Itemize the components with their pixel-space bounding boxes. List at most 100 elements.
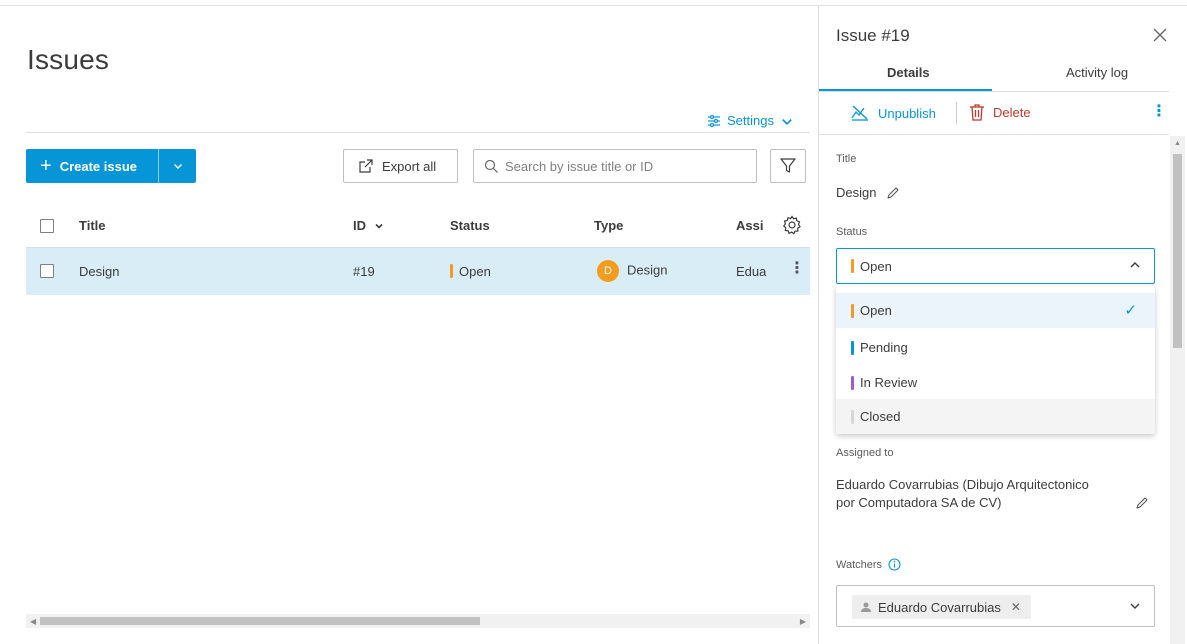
- pencil-icon[interactable]: [886, 186, 900, 200]
- status-color-bar: [851, 303, 854, 318]
- actions-divider-line: [819, 134, 1169, 135]
- create-issue-label: Create issue: [59, 158, 138, 174]
- watcher-chip: Eduardo Covarrubias ✕: [852, 595, 1031, 619]
- column-header-id-label: ID: [353, 218, 366, 233]
- export-all-button[interactable]: Export all: [343, 149, 458, 183]
- scroll-right-icon[interactable]: ▶: [800, 617, 806, 626]
- column-header-status[interactable]: Status: [450, 218, 490, 233]
- status-option-closed[interactable]: Closed: [836, 399, 1155, 434]
- watchers-field-label: Watchers: [836, 558, 901, 571]
- unpublish-button[interactable]: Unpublish: [850, 104, 936, 122]
- panel-scrollbar-thumb[interactable]: [1173, 154, 1182, 348]
- row-type: D Design: [597, 260, 667, 282]
- column-header-type[interactable]: Type: [594, 218, 623, 233]
- settings-button[interactable]: Settings: [707, 113, 794, 128]
- search-icon: [484, 159, 498, 173]
- sort-down-icon: [375, 223, 383, 229]
- row-status: Open: [450, 264, 491, 279]
- row-id: #19: [353, 264, 375, 279]
- actions-divider: [956, 102, 957, 124]
- table-row[interactable]: Design #19 Open D Design Edua ⋮: [26, 247, 810, 295]
- remove-watcher-icon[interactable]: ✕: [1011, 600, 1021, 614]
- filter-icon: [780, 158, 796, 173]
- select-all-checkbox[interactable]: [40, 219, 54, 233]
- row-assignee: Edua: [736, 264, 767, 279]
- scroll-left-icon[interactable]: ◀: [30, 617, 36, 626]
- checkmark-icon: ✓: [1124, 302, 1137, 319]
- trash-icon: [970, 104, 984, 121]
- row-status-label: Open: [459, 264, 491, 279]
- toolbar-divider: [26, 132, 810, 133]
- horizontal-scrollbar[interactable]: ◀ ▶: [26, 614, 810, 628]
- panel-tabs: Details Activity log: [819, 58, 1169, 92]
- status-color-bar: [851, 340, 854, 355]
- tab-activity-log[interactable]: Activity log: [1066, 65, 1128, 80]
- search-input[interactable]: [505, 158, 745, 174]
- status-option-label: Open: [860, 303, 892, 318]
- info-icon[interactable]: [888, 558, 901, 571]
- create-issue-split-button: + Create issue: [26, 149, 196, 183]
- create-issue-button[interactable]: + Create issue: [26, 149, 159, 183]
- column-header-title[interactable]: Title: [79, 218, 106, 233]
- scroll-up-icon[interactable]: ▲: [1174, 140, 1181, 147]
- panel-vertical-scrollbar[interactable]: ▲: [1170, 136, 1185, 644]
- row-type-label: Design: [627, 262, 668, 278]
- export-all-label: Export all: [382, 158, 437, 174]
- watcher-chip-label: Eduardo Covarrubias: [878, 599, 1001, 615]
- table-header: Title ID Status Type Assi: [26, 206, 810, 246]
- title-field: Design: [836, 185, 900, 200]
- scrollbar-thumb[interactable]: [40, 617, 480, 625]
- unpublish-label: Unpublish: [878, 105, 936, 121]
- pencil-icon[interactable]: [1135, 496, 1149, 510]
- status-dropdown-menu: Open ✓ Pending In Review Closed: [836, 286, 1155, 434]
- more-options-icon[interactable]: ⋮: [1151, 104, 1167, 120]
- watchers-select[interactable]: Eduardo Covarrubias ✕: [836, 585, 1155, 627]
- filter-button[interactable]: [770, 149, 806, 183]
- tabs-divider: [819, 91, 1169, 92]
- chevron-up-icon: [1130, 262, 1140, 268]
- panel-actions: Unpublish Delete ⋮: [819, 94, 1169, 135]
- sliders-icon: [708, 114, 720, 127]
- title-field-value: Design: [836, 185, 877, 200]
- gear-icon[interactable]: [782, 215, 802, 235]
- title-field-label: Title: [836, 153, 857, 165]
- status-option-open[interactable]: Open ✓: [836, 293, 1155, 328]
- create-issue-dropdown-button[interactable]: [159, 149, 196, 183]
- row-checkbox[interactable]: [40, 264, 54, 278]
- chevron-down-icon: [173, 164, 182, 169]
- status-color-bar: [851, 259, 854, 273]
- watchers-label-text: Watchers: [836, 558, 883, 571]
- status-option-label: Closed: [860, 409, 901, 424]
- type-avatar: D: [597, 260, 619, 282]
- delete-button[interactable]: Delete: [969, 104, 1031, 121]
- export-icon: [359, 159, 373, 173]
- column-header-assignee[interactable]: Assi: [736, 218, 772, 233]
- row-title[interactable]: Design: [79, 264, 119, 279]
- delete-label: Delete: [993, 105, 1031, 120]
- status-select[interactable]: Open: [836, 248, 1155, 284]
- settings-label: Settings: [727, 113, 774, 128]
- status-color-bar: [851, 409, 854, 424]
- column-header-id[interactable]: ID: [353, 218, 384, 233]
- issues-list-pane: Issues Settings + Create issue Export al…: [0, 6, 818, 644]
- status-option-label: Pending: [860, 340, 908, 355]
- tab-details[interactable]: Details: [887, 65, 930, 80]
- status-color-bar: [450, 264, 453, 278]
- close-icon[interactable]: [1153, 28, 1167, 42]
- issue-detail-panel: Issue #19 Details Activity log Unpublish…: [818, 6, 1187, 644]
- status-select-value: Open: [860, 258, 892, 274]
- unpublish-icon: [851, 105, 868, 121]
- chevron-down-icon: [1130, 603, 1140, 609]
- status-field-label: Status: [836, 226, 868, 238]
- status-option-pending[interactable]: Pending: [836, 330, 1155, 365]
- status-option-label: In Review: [860, 375, 918, 390]
- assigned-field-value: Eduardo Covarrubias (Dibujo Arquitectoni…: [836, 477, 1089, 510]
- panel-title: Issue #19: [836, 26, 910, 45]
- user-icon: [861, 602, 871, 612]
- status-color-bar: [851, 375, 854, 390]
- page-title: Issues: [27, 44, 110, 75]
- assigned-field-label: Assigned to: [836, 447, 894, 459]
- status-option-in-review[interactable]: In Review: [836, 365, 1155, 400]
- row-more-icon[interactable]: ⋮: [789, 261, 805, 277]
- search-box: [473, 149, 757, 183]
